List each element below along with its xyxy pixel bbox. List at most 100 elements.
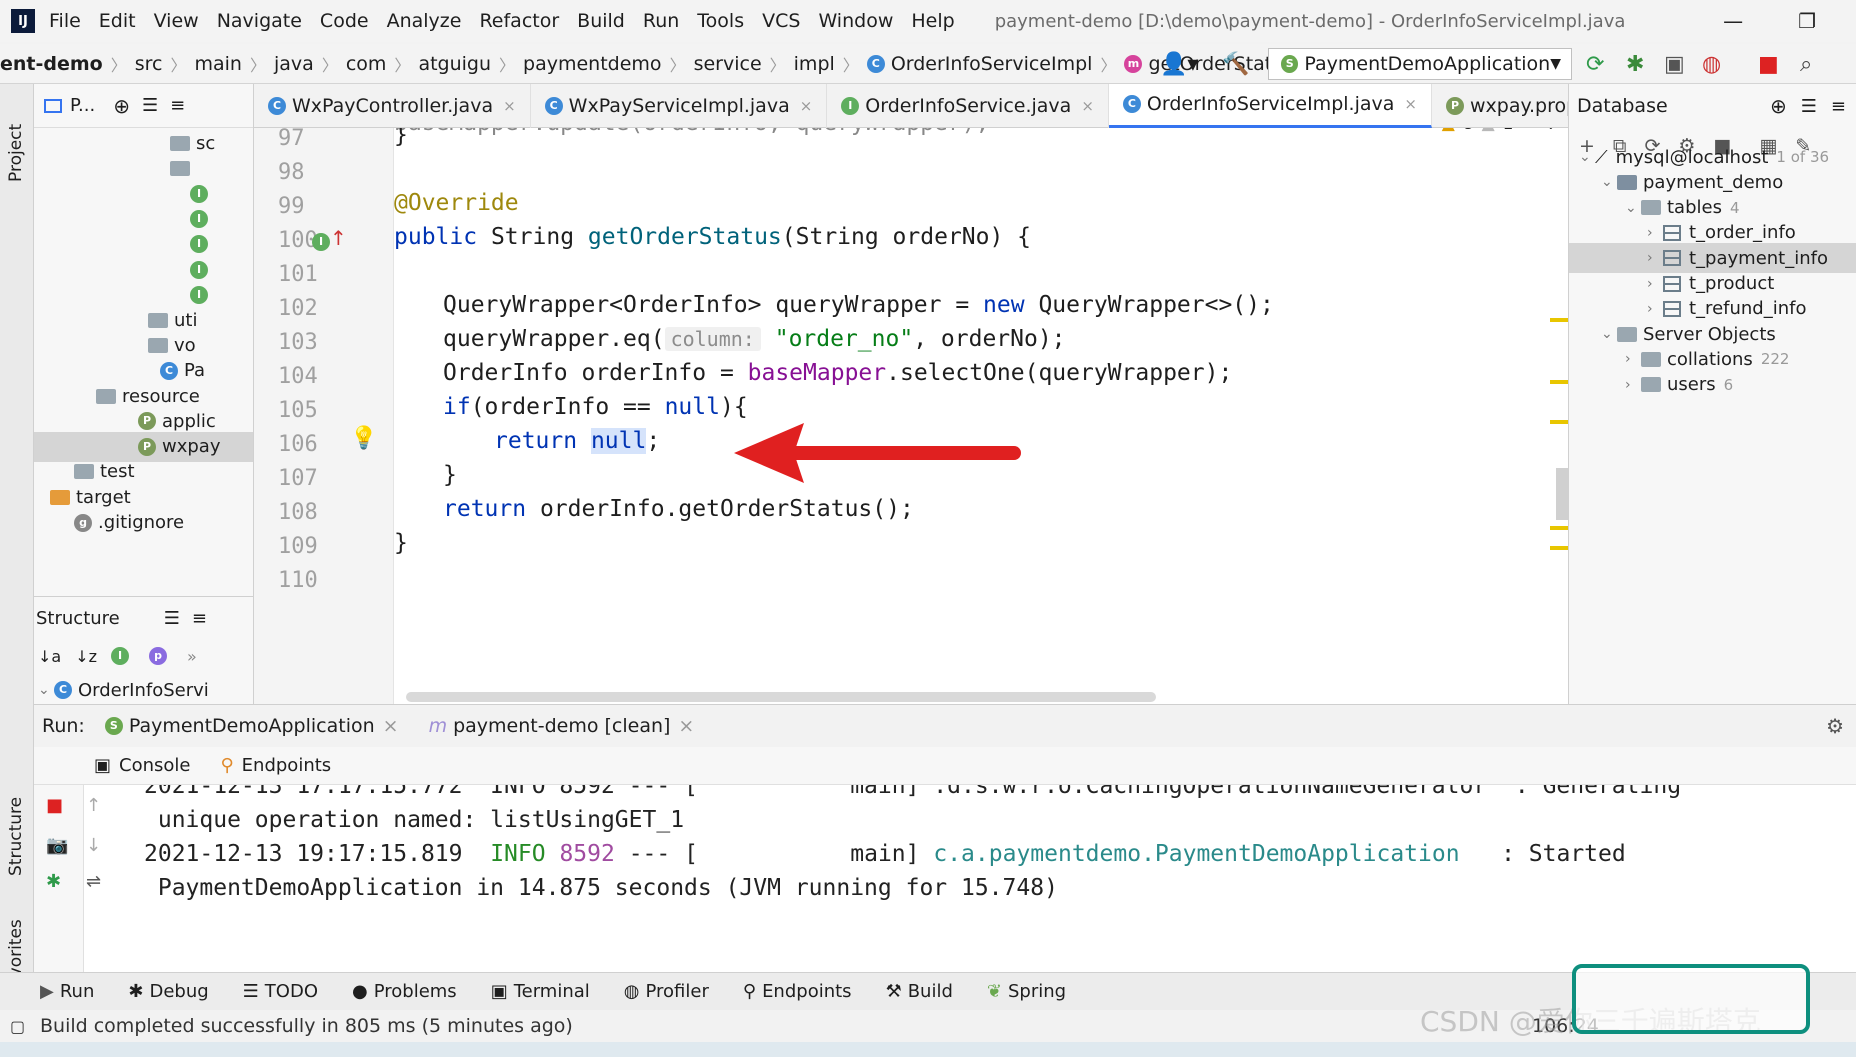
breadcrumb-java[interactable]: java xyxy=(266,53,322,75)
chevron-right-icon[interactable]: › xyxy=(1647,276,1663,292)
minimize-button[interactable]: — xyxy=(1723,9,1743,33)
sort-type-icon[interactable]: ↓z xyxy=(75,647,97,666)
menu-edit[interactable]: Edit xyxy=(99,10,136,32)
collapse-icon[interactable]: ☰ xyxy=(1801,96,1817,117)
breadcrumb-service[interactable]: service xyxy=(686,53,770,75)
tab-endpoints[interactable]: ⚲ Endpoints xyxy=(220,755,331,776)
build-hammer-icon[interactable]: 🔨 xyxy=(1222,52,1249,77)
chevron-down-icon[interactable]: ⌄ xyxy=(38,682,54,698)
menu-window[interactable]: Window xyxy=(818,10,893,32)
menu-vcs[interactable]: VCS xyxy=(762,10,800,32)
close-icon[interactable]: × xyxy=(800,97,813,115)
tab-console[interactable]: ▣ Console xyxy=(94,755,190,776)
structure-root-label[interactable]: OrderInfoServi xyxy=(78,680,209,701)
project-tool-label[interactable]: Project xyxy=(6,124,26,182)
menu-run[interactable]: Run xyxy=(643,10,679,32)
status-toggle-icon[interactable]: ▢ xyxy=(10,1017,25,1036)
menu-code[interactable]: Code xyxy=(320,10,369,32)
chevron-right-icon[interactable]: › xyxy=(1625,351,1641,367)
project-panel-title[interactable]: P... xyxy=(70,95,95,116)
menu-build[interactable]: Build xyxy=(577,10,625,32)
tool-spring[interactable]: ❦ Spring xyxy=(987,981,1066,1002)
lightbulb-icon[interactable]: 💡 xyxy=(350,426,377,451)
expand-icon[interactable]: ≡ xyxy=(170,95,185,116)
camera-icon[interactable]: 📷 xyxy=(46,835,68,856)
stop-icon[interactable]: ■ xyxy=(1758,52,1779,77)
tab-orderinfoserviceimpl[interactable]: C OrderInfoServiceImpl.java × xyxy=(1108,83,1432,128)
more-icon[interactable]: » xyxy=(187,647,197,666)
tool-profiler[interactable]: ◍ Profiler xyxy=(624,981,709,1002)
debug-icon[interactable]: ✱ xyxy=(1626,52,1644,77)
tab-wxpaycontroller[interactable]: C WxPayController.java × xyxy=(254,83,531,128)
close-icon[interactable]: × xyxy=(1404,95,1417,113)
override-arrow-icon[interactable]: ↑ xyxy=(330,226,347,250)
menu-navigate[interactable]: Navigate xyxy=(217,10,302,32)
run-tab-app[interactable]: S PaymentDemoApplication × xyxy=(104,715,399,737)
breadcrumb-impl[interactable]: impl xyxy=(786,53,843,75)
chevron-up-icon[interactable]: ⌃ xyxy=(1522,128,1536,134)
tool-endpoints[interactable]: ⚲ Endpoints xyxy=(743,981,852,1002)
arrow-up-icon[interactable]: ↑ xyxy=(86,795,101,816)
chevron-down-icon[interactable]: ⌄ xyxy=(1601,174,1617,190)
show-inherited-icon[interactable]: I xyxy=(111,647,130,665)
profiler-icon[interactable]: ◍ xyxy=(1702,52,1721,77)
menu-file[interactable]: File xyxy=(49,10,81,32)
chevron-down-icon[interactable]: ⌄ xyxy=(1579,149,1595,165)
menu-tools[interactable]: Tools xyxy=(697,10,744,32)
run-tab-maven[interactable]: m payment-demo [clean] × xyxy=(429,715,695,737)
settings-icon[interactable]: ≡ xyxy=(192,608,207,629)
stop-icon[interactable]: ■ xyxy=(46,795,63,816)
database-tree-item[interactable]: › users 6 xyxy=(1569,370,1856,400)
breadcrumb-com[interactable]: com xyxy=(338,53,395,75)
chevron-right-icon[interactable]: › xyxy=(1647,301,1663,317)
structure-tool-label[interactable]: Structure xyxy=(6,797,26,876)
breadcrumb-atguigu[interactable]: atguigu xyxy=(410,53,499,75)
project-tree-item[interactable]: g .gitignore xyxy=(34,508,253,538)
breadcrumb-project[interactable]: ent-demo xyxy=(0,53,111,75)
chevron-right-icon[interactable]: › xyxy=(1647,225,1663,241)
expand-icon[interactable]: ≡ xyxy=(1831,96,1846,117)
breadcrumb-class[interactable]: C OrderInfoServiceImpl xyxy=(859,53,1101,75)
user-icon[interactable]: 👤▾ xyxy=(1160,52,1198,77)
collapse-icon[interactable]: ☰ xyxy=(164,608,180,629)
vertical-scrollbar-thumb[interactable] xyxy=(1556,468,1568,520)
chevron-down-icon[interactable]: ⌄ xyxy=(1544,128,1558,134)
debug-icon[interactable]: ✱ xyxy=(46,871,61,892)
tool-run[interactable]: ▶ Run xyxy=(40,981,94,1002)
close-icon[interactable]: × xyxy=(383,715,399,737)
chevron-down-icon[interactable]: ⌄ xyxy=(1601,326,1617,342)
tab-orderinfoservice[interactable]: I OrderInfoService.java × xyxy=(827,83,1109,128)
breadcrumb-src[interactable]: src xyxy=(127,53,171,75)
close-icon[interactable]: × xyxy=(503,97,516,115)
locate-icon[interactable]: ⊕ xyxy=(113,94,130,118)
gear-icon[interactable]: ⚙ xyxy=(1826,714,1844,738)
run-configuration-select[interactable]: S PaymentDemoApplication ▼ xyxy=(1268,48,1572,80)
collapse-all-icon[interactable]: ☰ xyxy=(142,95,158,116)
close-icon[interactable]: × xyxy=(1081,97,1094,115)
chevron-right-icon[interactable]: › xyxy=(1625,377,1641,393)
coverage-icon[interactable]: ▣ xyxy=(1664,52,1685,77)
rerun-icon[interactable]: ⟳ xyxy=(1586,52,1604,77)
menu-refactor[interactable]: Refactor xyxy=(479,10,559,32)
horizontal-scrollbar[interactable] xyxy=(406,692,1156,702)
breadcrumb-paymentdemo[interactable]: paymentdemo xyxy=(515,53,670,75)
locate-icon[interactable]: ⊕ xyxy=(1770,94,1787,118)
code-editor[interactable]: baseMapper.update(orderInfo, queryWrappe… xyxy=(394,128,1568,704)
menu-analyze[interactable]: Analyze xyxy=(387,10,462,32)
tool-todo[interactable]: ☰ TODO xyxy=(243,981,318,1002)
close-icon[interactable]: × xyxy=(678,715,694,737)
tab-wxpayserviceimpl[interactable]: C WxPayServiceImpl.java × xyxy=(531,83,828,128)
menu-help[interactable]: Help xyxy=(911,10,954,32)
chevron-down-icon[interactable]: ⌄ xyxy=(1625,200,1641,216)
menu-view[interactable]: View xyxy=(154,10,199,32)
arrow-down-icon[interactable]: ↓ xyxy=(86,835,101,856)
show-properties-icon[interactable]: p xyxy=(149,647,168,665)
search-icon[interactable]: ⌕ xyxy=(1800,52,1812,77)
sort-alpha-icon[interactable]: ↓a xyxy=(38,647,61,666)
console-output[interactable]: 2021-12-13 17:17:15.772 INFO 8592 --- [ … xyxy=(144,785,1856,973)
breadcrumb-main[interactable]: main xyxy=(187,53,250,75)
tool-terminal[interactable]: ▣ Terminal xyxy=(491,981,590,1002)
restore-button[interactable]: ❐ xyxy=(1798,9,1816,33)
tool-build[interactable]: ⚒ Build xyxy=(886,981,953,1002)
chevron-right-icon[interactable]: › xyxy=(1647,250,1663,266)
